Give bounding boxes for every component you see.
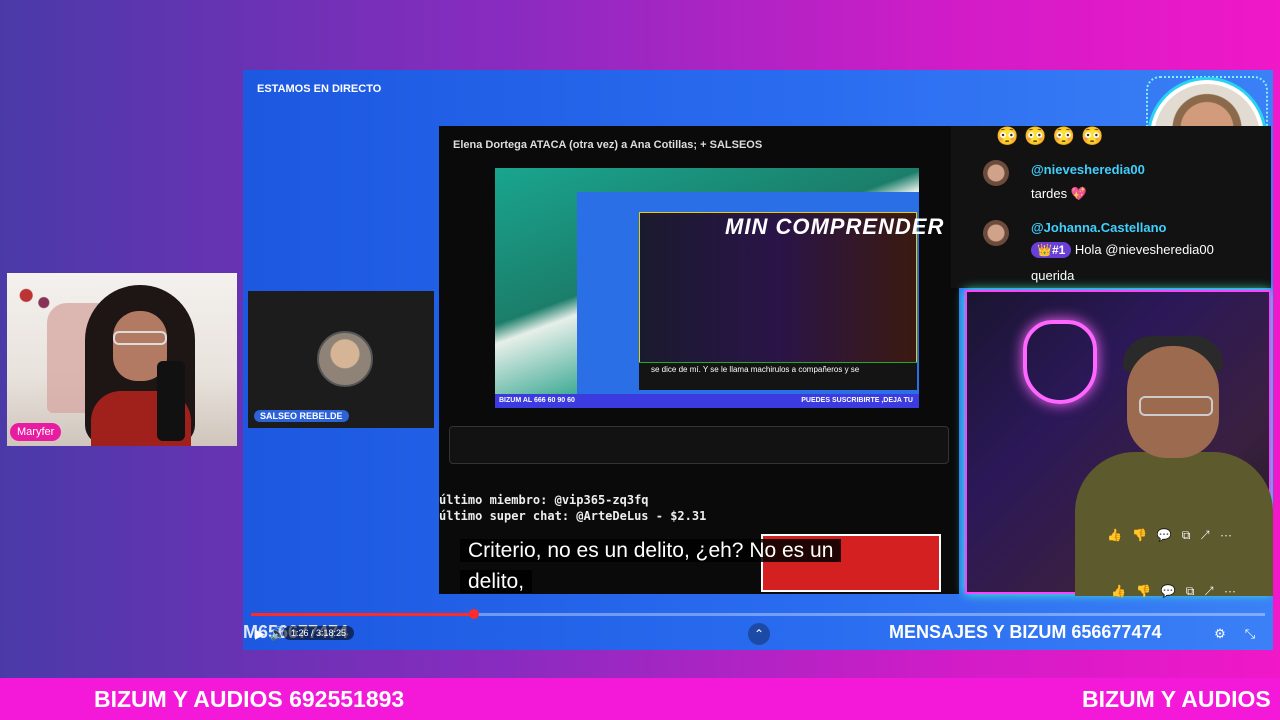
chat-message: 👑#1 Hola @nievesheredia00 [1031,242,1214,258]
chat-username: @nievesheredia00 [1031,162,1145,177]
chat-message-text: tardes [1031,186,1068,201]
chat-message: tardes 💖 [1031,186,1087,202]
subtitle-line-1: Criterio, no es un delito, ¿eh? No es un [460,539,842,562]
chevron-up-icon[interactable]: ⌃ [748,623,770,645]
chat-panel: 😳😳😳😳 @nievesheredia00 tardes 💖 @Johanna.… [951,126,1271,288]
chat-avatar [983,220,1009,246]
streamer-body [1075,452,1273,596]
reaction-icons-row: 👍👎💬⧉↗⋯ [1107,528,1242,542]
play-icon[interactable]: ▶ [251,625,269,643]
embedded-stats: último miembro: @vip365-zq3fq último sup… [439,492,706,524]
embedded-caption: se dice de mí. Y se le llama machirulos … [651,365,860,374]
last-superchat: último super chat: @ArteDeLus - $2.31 [439,509,707,523]
guest-avatar [317,331,373,387]
guest-tile: SALSEO REBELDE [248,291,434,428]
last-member: último miembro: @vip365-zq3fq [439,493,649,507]
left-webcam [7,273,237,446]
time-display: 1:26 / 3:18:25 [283,626,355,640]
microphone [157,361,185,441]
fullscreen-icon[interactable]: ⤡ [1241,625,1259,643]
presenter-glasses [113,331,167,345]
embedded-bizum-strip: BIZUM AL 666 60 90 60 PUEDES SUSCRIBIRTE… [495,394,919,408]
streamer-webcam: 👍👎💬⧉↗⋯ 👍👎💬⧉↗⋯ [965,290,1273,598]
chat-message-text: Hola @nievesheredia00 [1074,242,1214,257]
embedded-video: Elena Dortega ATACA (otra vez) a Ana Cot… [439,126,959,594]
presenter-name-tag: Maryfer [10,423,62,441]
crown-badge: 👑#1 [1031,242,1072,258]
stream-title: ESTAMOS EN DIRECTO [257,83,382,95]
subtitle-line-2: delito, [460,570,533,593]
chat-username: @Johanna.Castellano [1031,220,1167,235]
chat-message-continued: querida [1031,268,1075,283]
banner-text-2: BIZUM Y AUDIOS [1082,686,1271,712]
embedded-banner: MIN COMPRENDER [725,214,945,239]
embedded-textbox [449,426,949,464]
settings-icon[interactable]: ⚙ [1211,625,1229,643]
heart-emoji-icon: 💖 [1070,186,1087,201]
reaction-icons-row-2: 👍👎💬⧉↗⋯ [1111,584,1246,598]
guest-label: SALSEO REBELDE [254,410,349,422]
subtitle: Criterio, no es un delito, ¿eh? No es un… [460,535,912,597]
bottom-ticker-banner: BIZUM Y AUDIOS 692551893 BIZUM Y AUDIOS [0,678,1280,720]
ticker-right: MENSAJES Y BIZUM 656677474 [889,622,1162,642]
alien-neon-icon [1023,320,1097,404]
stream-window: ESTAMOS EN DIRECTO SALSEO REBELDE Elena … [243,70,1273,650]
embedded-video-title: Elena Dortega ATACA (otra vez) a Ana Cot… [453,139,763,151]
bizum-strip-right: PUEDES SUSCRIBIRTE ,DEJA TU [801,397,913,404]
chat-avatar [983,160,1009,186]
streamer-glasses [1139,396,1213,416]
bizum-strip-left: BIZUM AL 666 60 90 60 [499,397,575,404]
progress-bar[interactable] [251,609,1265,619]
chat-emoji-row: 😳😳😳😳 [996,126,1110,146]
controls-bar: M656677474 ▶ 🔊 1:26 / 3:18:25 ⌃ MENSAJES… [243,618,1273,650]
embedded-info-strip: se dice de mí. Y se le llama machirulos … [639,362,917,390]
banner-text-1: BIZUM Y AUDIOS 692551893 [94,686,405,712]
progress-fill [251,613,475,616]
